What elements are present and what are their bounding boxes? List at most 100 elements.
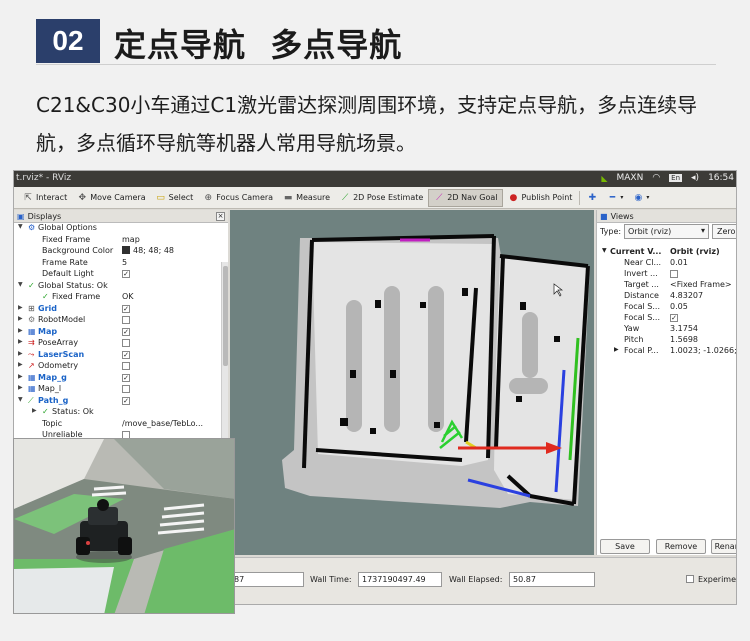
tool-measure[interactable]: ▬ Measure [278,189,335,207]
tree-row-map[interactable]: ▶ ▦ Map ✓ [14,327,228,339]
wall-elapsed-field[interactable]: 50.87 [509,572,595,587]
tree-row-robotmodel[interactable]: ▶ ⚙ RobotModel [14,315,228,327]
tree-row-map-l[interactable]: ▶ ▦ Map_l [14,384,228,396]
checkbox-unchecked[interactable] [122,339,130,347]
tree-row-grid[interactable]: ▶ ⊞ Grid ✓ [14,304,228,316]
color-swatch [122,246,130,254]
chevron-down-icon: ▾ [646,194,650,201]
checkbox-checked[interactable]: ✓ [122,350,130,359]
wheel [76,537,90,555]
check-icon: ✓ [42,407,49,416]
tool-interact[interactable]: ⇱ Interact [18,189,72,207]
tree-row-global-status[interactable]: ▼ ✓ Global Status: Ok [14,281,228,293]
select-icon: ▭ [156,192,165,203]
expand-arrow-icon[interactable]: ▶ [18,361,23,368]
tree-row-path-g[interactable]: ▼ ⟋ Path_g ✓ [14,396,228,408]
expand-arrow-icon[interactable]: ▼ [602,247,607,254]
tool-2d-nav-goal[interactable]: ⟋ 2D Nav Goal [428,188,504,207]
view-type-select[interactable]: Orbit (rviz) ▾ [624,224,709,239]
map-pin-icon: ● [509,192,518,203]
tool-2d-pose-estimate[interactable]: ⟋ 2D Pose Estimate [335,189,428,207]
tree-row-topic[interactable]: Topic/move_base/TebLo... [14,419,228,431]
expand-arrow-icon[interactable]: ▶ [18,350,23,357]
gear-icon: ⚙ [28,223,36,232]
checkbox-unchecked[interactable] [122,385,130,393]
expand-arrow-icon[interactable]: ▶ [32,407,37,414]
remove-tool-button[interactable]: ━ ▾ [602,189,628,207]
zero-button[interactable]: Zero [712,224,736,239]
expand-arrow-icon[interactable]: ▶ [18,373,23,380]
map-icon: ▦ [28,372,36,382]
nvidia-icon: ◣ [601,173,608,183]
zebra-stripe [93,485,125,491]
section-badge: 02 [36,19,100,63]
expand-arrow-icon[interactable]: ▶ [614,346,619,353]
volume-icon[interactable]: ◂) [691,173,699,183]
tree-row-path-status[interactable]: ▶ ✓ Status: Ok [14,407,228,419]
camera-type-button[interactable]: ◉ ▾ [628,189,654,207]
pose-array-icon: ⇉ [28,338,35,347]
power-mode[interactable]: MAXN [616,173,643,183]
zebra-stripe [91,491,127,497]
expand-arrow-icon[interactable]: ▼ [18,281,23,288]
tree-row-laserscan[interactable]: ▶ ⤳ LaserScan ✓ [14,350,228,362]
system-top-bar: t.rviz* - RViz ◣ MAXN ◠ En ◂) 16:54 [14,171,736,187]
ros-elapsed-field[interactable]: 87 [230,572,304,587]
tree-row-background-color[interactable]: Background Color 48; 48; 48 [14,246,228,258]
odometry-icon: ↗ [28,361,35,370]
expand-arrow-icon[interactable]: ▶ [18,304,23,311]
expand-arrow-icon[interactable]: ▼ [18,223,23,230]
checkbox-checked[interactable]: ✓ [122,373,130,382]
pose-arrow-icon: ⟋ [341,192,349,203]
toolbar-separator [579,190,581,205]
system-tray: ◣ MAXN ◠ En ◂) 16:54 [601,173,734,183]
add-tool-button[interactable]: ✚ [582,189,602,207]
tree-row-odometry[interactable]: ▶ ↗ Odometry [14,361,228,373]
expand-arrow-icon[interactable]: ▶ [18,315,23,322]
tool-move-camera[interactable]: ✥ Move Camera [72,189,150,207]
checkbox-unchecked[interactable] [122,316,130,324]
tree-row-default-light[interactable]: Default Light ✓ [14,269,228,281]
wifi-icon[interactable]: ◠ [652,173,660,183]
expand-arrow-icon[interactable]: ▶ [18,338,23,345]
tree-row-frame-rate[interactable]: Frame Rate 5 [14,258,228,270]
checkbox-unchecked[interactable] [670,270,678,278]
checkbox-checked[interactable]: ✓ [122,304,130,313]
wall-time-label: Wall Time: [310,575,352,584]
move-camera-icon: ✥ [78,192,86,203]
tree-row-global-options[interactable]: ▼ ⚙ Global Options [14,223,228,235]
remove-button[interactable]: Remove [656,539,706,554]
tree-row-status-fixed-frame[interactable]: ✓ Fixed Frame OK [14,292,228,304]
tool-publish-point[interactable]: ● Publish Point [503,189,577,207]
scrollbar-thumb[interactable] [223,266,228,366]
wall-time-field[interactable]: 1737190497.49 [358,572,442,587]
close-icon[interactable]: × [216,211,225,221]
wall-elapsed-label: Wall Elapsed: [449,575,503,584]
clock[interactable]: 16:54 [708,173,734,183]
obstacle [516,396,522,402]
tree-row-map-g[interactable]: ▶ ▦ Map_g ✓ [14,373,228,385]
checkbox-checked[interactable]: ✓ [122,270,130,278]
displays-tree: ▼ ⚙ Global Options Fixed Frame map Backgrou… [14,223,228,442]
tool-focus-camera[interactable]: ⊕ Focus Camera [198,189,278,207]
tree-row-posearray[interactable]: ▶ ⇉ PoseArray [14,338,228,350]
robot-car-photo-illustration [14,439,234,613]
save-button[interactable]: Save [600,539,650,554]
displays-panel: ▣ Displays × ▼ ⚙ Global Options Fixed Fram… [14,210,228,477]
map-3d-viewport[interactable] [230,210,594,555]
expand-arrow-icon[interactable]: ▶ [18,327,23,334]
expand-arrow-icon[interactable]: ▶ [18,384,23,391]
tool-select[interactable]: ▭ Select [151,189,199,207]
experimental-checkbox[interactable] [686,575,694,583]
obstacle [462,288,468,296]
rename-button[interactable]: Rename [711,539,736,554]
expand-arrow-icon[interactable]: ▼ [18,396,23,403]
checkbox-checked[interactable]: ✓ [122,396,130,405]
obstacle [375,300,381,308]
checkbox-checked[interactable]: ✓ [122,327,130,336]
checkbox-unchecked[interactable] [122,362,130,370]
tree-row-fixed-frame[interactable]: Fixed Frame map [14,235,228,247]
occupancy-map [230,210,594,555]
keyboard-layout[interactable]: En [669,174,683,182]
checkbox-checked[interactable]: ✓ [670,314,678,322]
